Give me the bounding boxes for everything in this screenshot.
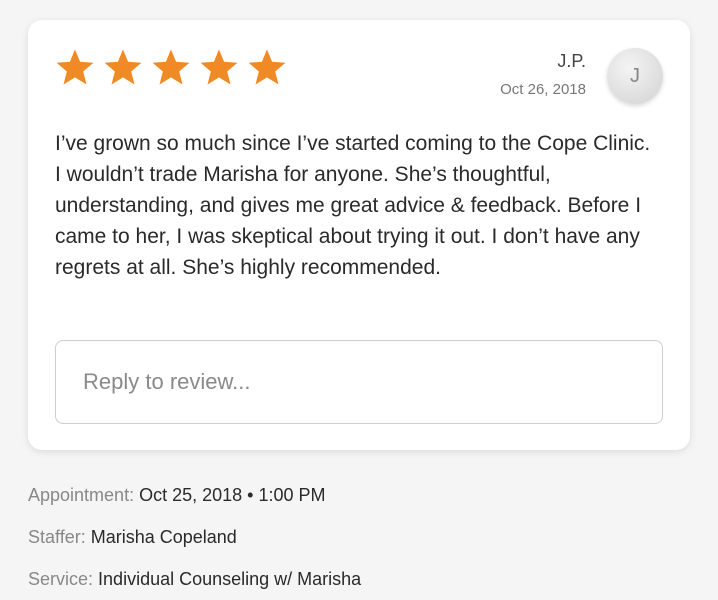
star-icon bbox=[246, 48, 288, 88]
avatar: J bbox=[607, 48, 663, 104]
star-icon bbox=[54, 48, 96, 88]
star-icon bbox=[102, 48, 144, 88]
appointment-detail: Appointment: Oct 25, 2018 • 1:00 PM bbox=[28, 484, 326, 506]
star-rating bbox=[54, 48, 288, 88]
star-icon bbox=[198, 48, 240, 88]
reviewer-info: J.P. Oct 26, 2018 bbox=[500, 50, 586, 100]
appointment-label: Appointment: bbox=[28, 485, 135, 505]
star-icon bbox=[150, 48, 192, 88]
service-detail: Service: Individual Counseling w/ Marish… bbox=[28, 568, 361, 590]
staffer-value: Marisha Copeland bbox=[90, 527, 237, 547]
reviewer-name: J.P. bbox=[557, 51, 586, 71]
service-value: Individual Counseling w/ Marisha bbox=[98, 569, 362, 589]
review-text: I’ve grown so much since I’ve started co… bbox=[55, 132, 651, 279]
reply-input[interactable] bbox=[55, 340, 663, 424]
staffer-detail: Staffer: Marisha Copeland bbox=[28, 526, 237, 548]
review-date: Oct 26, 2018 bbox=[500, 81, 586, 98]
review-card: J.P. Oct 26, 2018 J I’ve grown so much s… bbox=[28, 20, 690, 450]
service-label: Service: bbox=[28, 569, 94, 589]
appointment-value: Oct 25, 2018 • 1:00 PM bbox=[139, 485, 326, 505]
staffer-label: Staffer: bbox=[28, 527, 86, 547]
